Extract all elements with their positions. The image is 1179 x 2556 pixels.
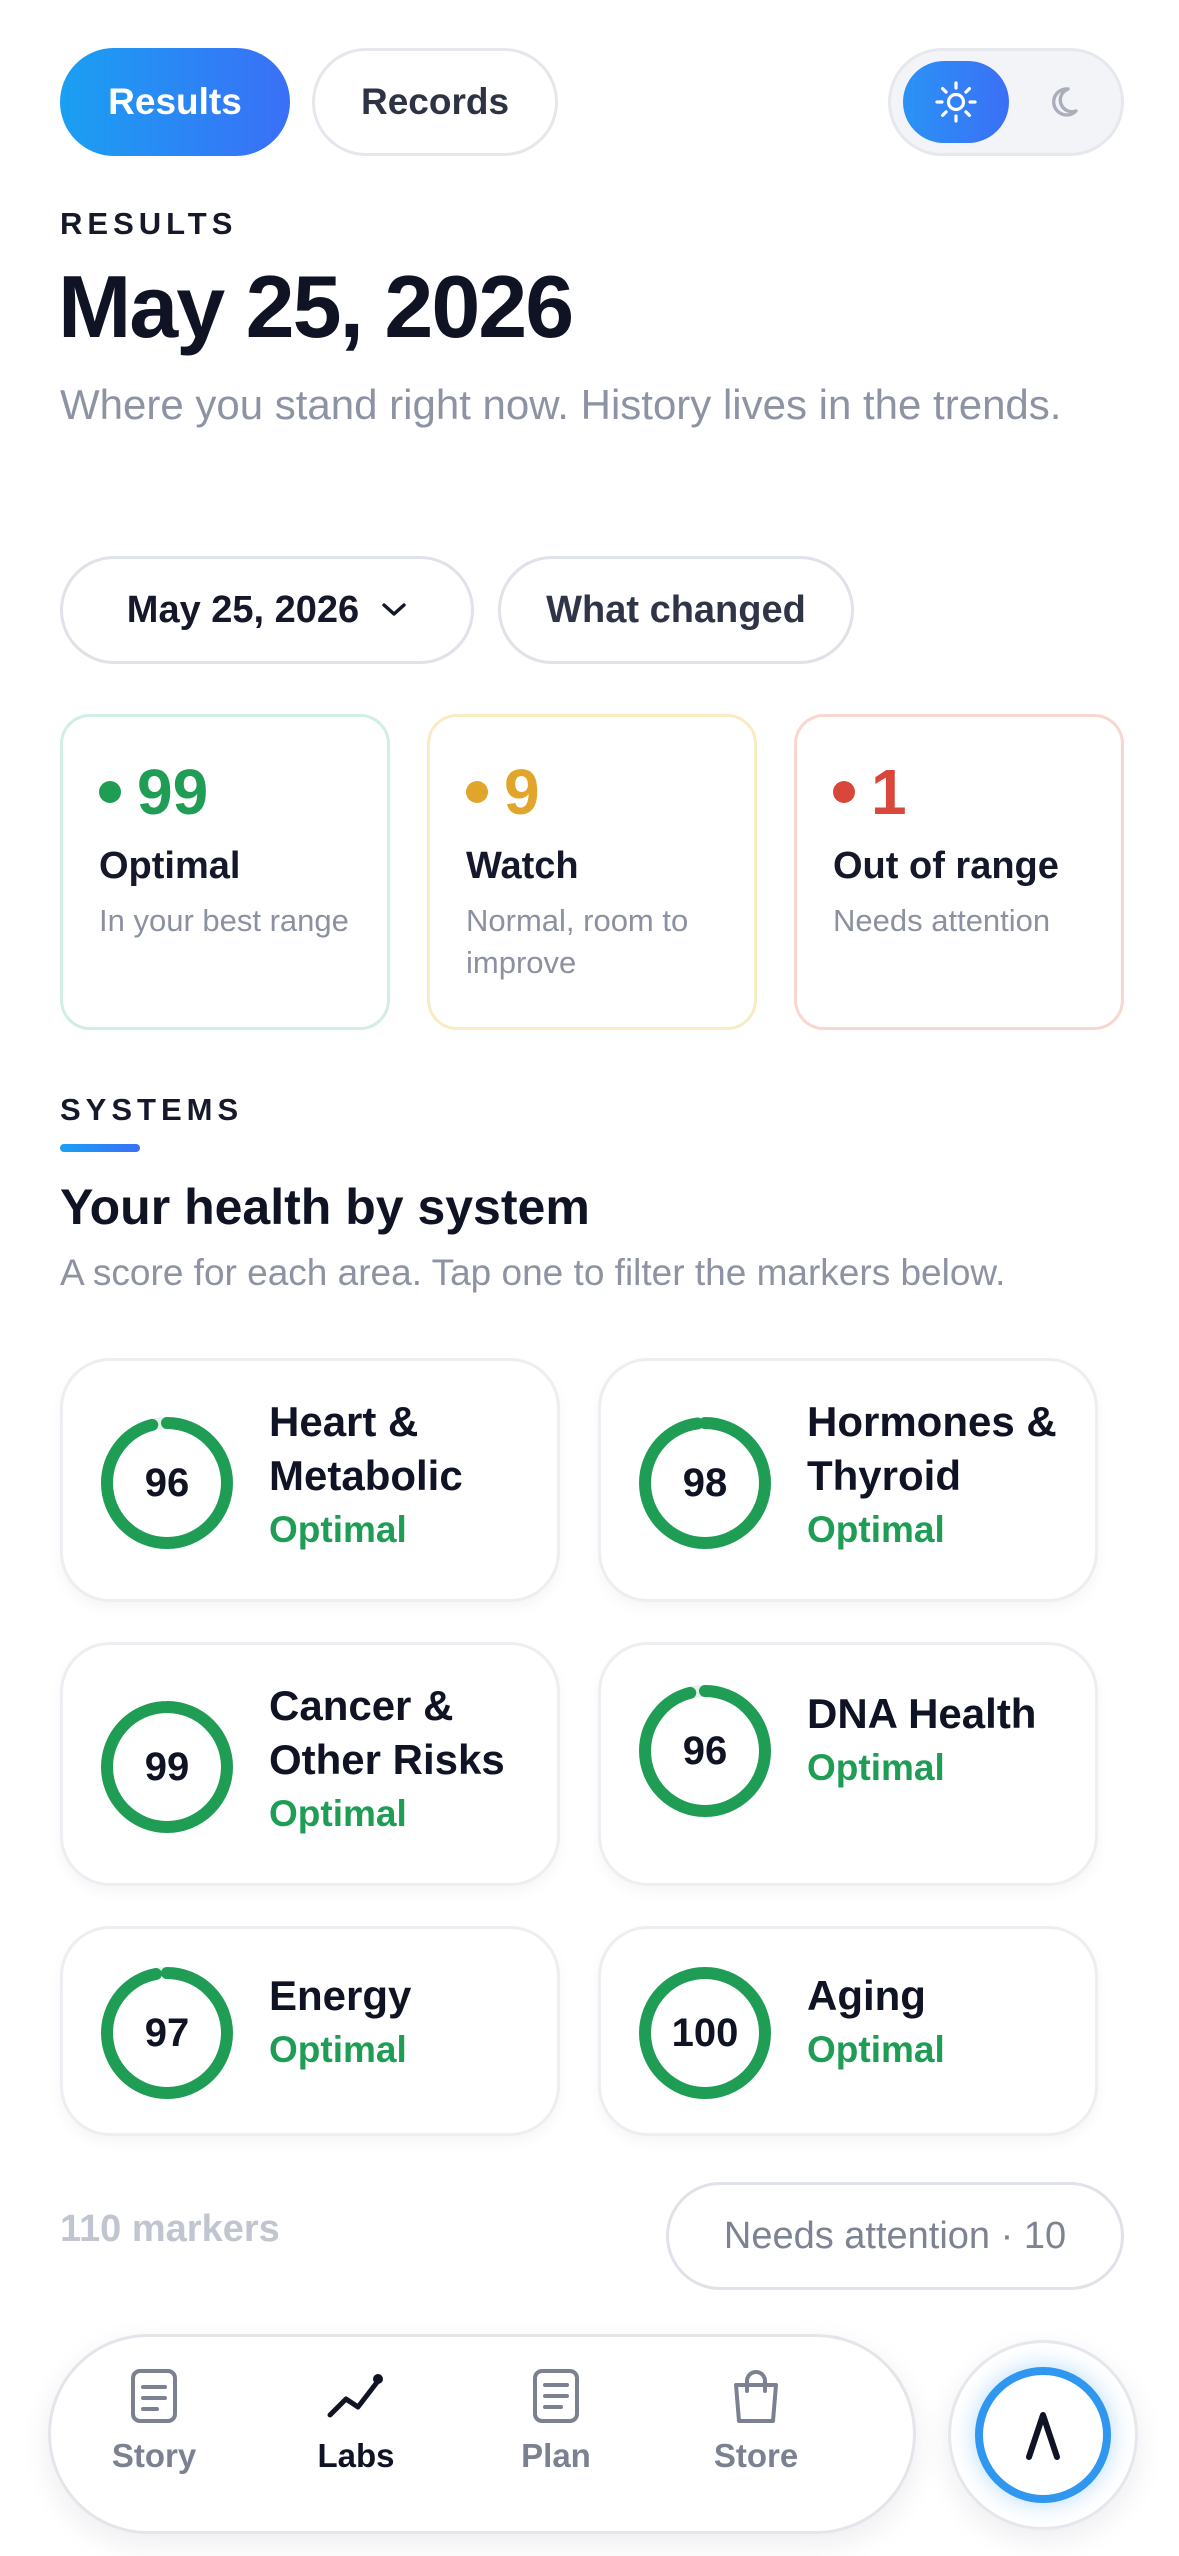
score-value: 97 [144,2010,190,2055]
score-ring: 98 [637,1415,773,1551]
system-card-energy[interactable]: 97 Energy Optimal [60,1926,560,2136]
sun-icon[interactable] [903,61,1009,143]
system-name: DNA Health [807,1690,1037,1737]
theme-toggle[interactable] [888,48,1124,156]
summary-card-watch[interactable]: 9 Watch Normal, room to improve [427,714,757,1030]
what-changed-button[interactable]: What changed [498,556,854,664]
trend-icon [327,2374,383,2418]
nav-item-labs[interactable]: Labs [281,2367,431,2507]
nav-item-plan[interactable]: Plan [481,2367,631,2507]
score-value: 99 [144,1744,190,1789]
system-status: Optimal [807,1747,945,1788]
document-icon [131,2369,177,2423]
system-status: Optimal [269,1509,407,1550]
nav-label: Story [111,2437,197,2474]
nav-label: Store [713,2437,799,2474]
page-subtitle: Where you stand right now. History lives… [60,381,1062,428]
summary-card-optimal[interactable]: 99 Optimal In your best range [60,714,390,1030]
summary-description: In your best range [99,903,349,938]
score-value: 96 [144,1460,190,1505]
markers-count: 110 markers [60,2208,280,2250]
nav-label: Plan [521,2437,591,2474]
page-title: May 25, 2026 [58,257,574,356]
system-card-heart-metabolic[interactable]: 96 Heart & Metabolic Optimal [60,1358,560,1602]
systems-eyebrow: SYSTEMS [60,1092,244,1127]
summary-label: Optimal [99,845,241,887]
chevron-down-icon [382,603,406,616]
tab-results[interactable]: Results [60,48,290,156]
summary-label: Watch [466,845,579,887]
date-select-value: May 25, 2026 [126,588,360,631]
summary-description: Needs attention [833,903,1051,938]
system-card-dna-health[interactable]: 96 DNA Health Optimal [598,1642,1098,1886]
date-select[interactable]: May 25, 2026 [60,556,474,664]
system-name: Cancer & Other Risks [269,1682,505,1783]
score-value: 96 [682,1728,728,1773]
summary-description: Normal, room to improve [466,903,689,980]
summary-count: 9 [504,756,540,828]
assistant-icon [975,2367,1111,2503]
system-status: Optimal [807,2029,945,2070]
summary-count: 99 [137,756,209,828]
score-ring: 96 [637,1683,773,1819]
assistant-button[interactable] [948,2340,1138,2530]
score-ring: 96 [99,1415,235,1551]
status-dot [833,781,855,803]
system-name: Energy [269,1972,412,2019]
system-card-cancer-risks[interactable]: 99 Cancer & Other Risks Optimal [60,1642,560,1886]
summary-card-out-of-range[interactable]: 1 Out of range Needs attention [794,714,1124,1030]
status-dot [466,781,488,803]
list-icon [533,2369,579,2423]
score-ring: 100 [637,1965,773,2101]
bag-icon [734,2370,778,2423]
nav-item-story[interactable]: Story [79,2367,229,2507]
section-underline [60,1144,140,1152]
system-name: Heart & Metabolic [269,1398,463,1499]
systems-subtitle: A score for each area. Tap one to filter… [60,1252,1006,1293]
page-eyebrow: RESULTS [60,206,238,241]
score-value: 98 [682,1460,728,1505]
needs-attention-filter[interactable]: Needs attention · 10 [666,2182,1124,2290]
system-name: Aging [807,1972,926,2019]
tab-records[interactable]: Records [312,48,558,156]
system-status: Optimal [807,1509,945,1550]
summary-label: Out of range [833,845,1059,887]
score-ring: 97 [99,1965,235,2101]
systems-title: Your health by system [60,1179,590,1235]
moon-icon[interactable] [1025,61,1111,143]
system-status: Optimal [269,1793,407,1834]
summary-count: 1 [871,756,907,828]
nav-label: Labs [317,2437,395,2474]
status-dot [99,781,121,803]
score-value: 100 [671,2010,739,2055]
system-name: Hormones & Thyroid [807,1398,1057,1499]
system-status: Optimal [269,2029,407,2070]
bottom-nav: Story Labs Plan Store [48,2334,916,2534]
score-ring: 99 [99,1699,235,1835]
system-card-hormones-thyroid[interactable]: 98 Hormones & Thyroid Optimal [598,1358,1098,1602]
nav-item-store[interactable]: Store [681,2367,831,2507]
system-card-aging[interactable]: 100 Aging Optimal [598,1926,1098,2136]
